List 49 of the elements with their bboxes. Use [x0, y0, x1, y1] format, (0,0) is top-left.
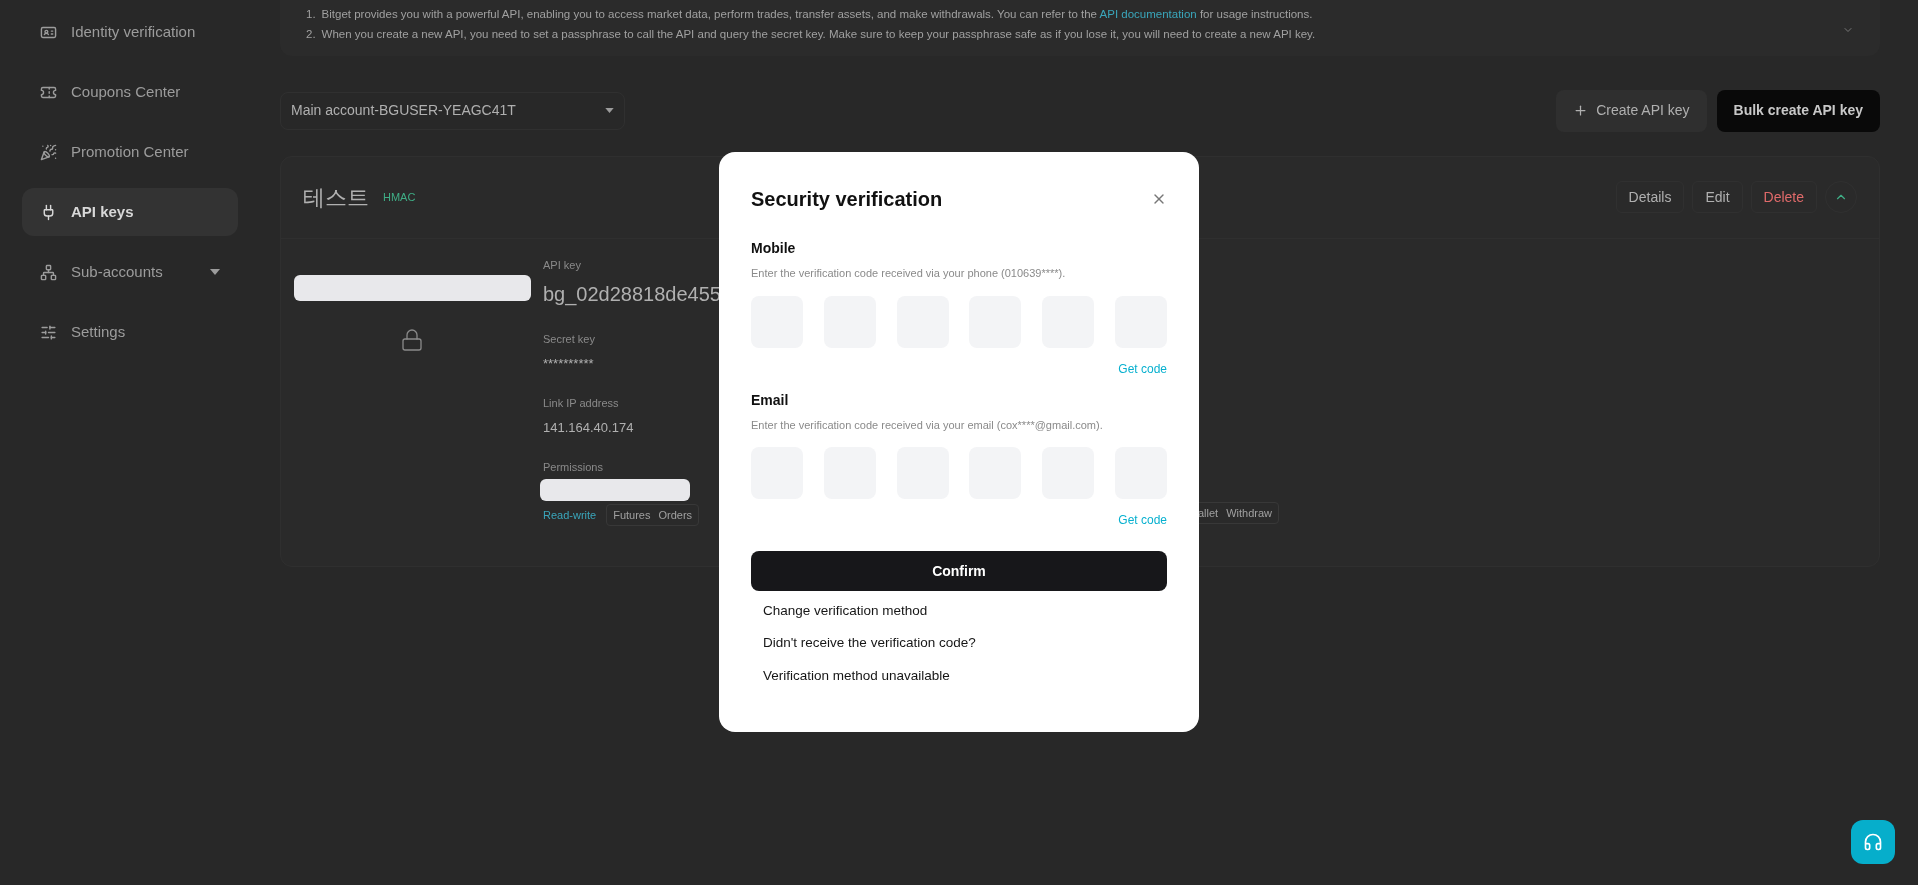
hierarchy-icon [40, 263, 57, 281]
caret-icon [210, 269, 220, 275]
caret-icon [605, 108, 614, 113]
field-label: API key [543, 257, 582, 273]
section-hint: Enter the verification code received via your phone (010639****). [751, 266, 1067, 281]
party-popper-icon [40, 143, 57, 161]
support-button[interactable] [1851, 820, 1895, 864]
bulk-create-button[interactable]: Bulk create API key [1716, 89, 1880, 132]
sliders-icon [40, 323, 57, 341]
api-key-name: 테스트 [303, 183, 369, 212]
field-value: 141.164.40.174 [543, 418, 635, 437]
list-number: 1. [306, 7, 316, 22]
documentation-link[interactable]: API documentation [1099, 8, 1197, 20]
permission-tag: allet [1197, 504, 1219, 521]
dialog-title: Security verification [751, 187, 943, 212]
help-link[interactable]: Change verification method [763, 601, 1167, 622]
notice-text: When you create a new API, you need to set a passphrase to call the API and query the secret key. Make sure to keep your passphrase safe as if you lose it, you will need to create a new API key. [321, 27, 1316, 43]
list-number: 2. [306, 27, 316, 43]
confirm-button[interactable]: Confirm [751, 551, 1167, 591]
permission-tag: Orders [658, 506, 693, 523]
field-label: Link IP address [543, 396, 620, 411]
plus-icon [1573, 103, 1589, 118]
section-label: Email [751, 390, 790, 410]
field-label: Permissions [543, 460, 604, 475]
card-action-button[interactable]: Details [1615, 181, 1685, 213]
access-level: Read-write [543, 507, 597, 523]
hmac-label: HMAC [383, 189, 416, 205]
account-select[interactable]: Main account-BGUSER-YEAGC41T [280, 91, 625, 130]
field-value: bg_02d28818de455 [543, 282, 721, 308]
create-button[interactable]: Create API key [1556, 89, 1707, 132]
help-link[interactable]: Didn't receive the verification code? [763, 633, 1167, 654]
sidebar-item[interactable]: Coupons Center [22, 68, 238, 116]
notice-text: Bitget provides you with a powerful API, enabling you to access market data, perform trades, transfer assets, and make withdrawals. You can refer to the API documentation for usage instructions. [321, 7, 1313, 22]
card-action-button[interactable]: Delete [1750, 181, 1817, 213]
section-hint: Enter the verification code received via your email (cox****@gmail.com). [751, 417, 1104, 433]
sidebar-item[interactable]: Promotion Center [22, 128, 238, 176]
sidebar-item[interactable]: Identity verification [22, 8, 238, 56]
permission-tag: Futures [613, 506, 651, 523]
field-value: ********** [543, 354, 595, 373]
section-label: Mobile [751, 239, 797, 258]
card-action-button[interactable]: Edit [1692, 181, 1743, 213]
permission-tag: Withdraw [1226, 504, 1272, 521]
sidebar-item[interactable]: API keys [22, 188, 238, 236]
headset-icon [1863, 832, 1883, 852]
field-label: Secret key [543, 332, 596, 347]
help-link[interactable]: Verification method unavailable [763, 665, 1167, 686]
lock-icon [400, 326, 424, 353]
sidebar-item[interactable]: Settings [22, 308, 238, 356]
sidebar-item[interactable]: Sub-accounts [22, 248, 238, 296]
